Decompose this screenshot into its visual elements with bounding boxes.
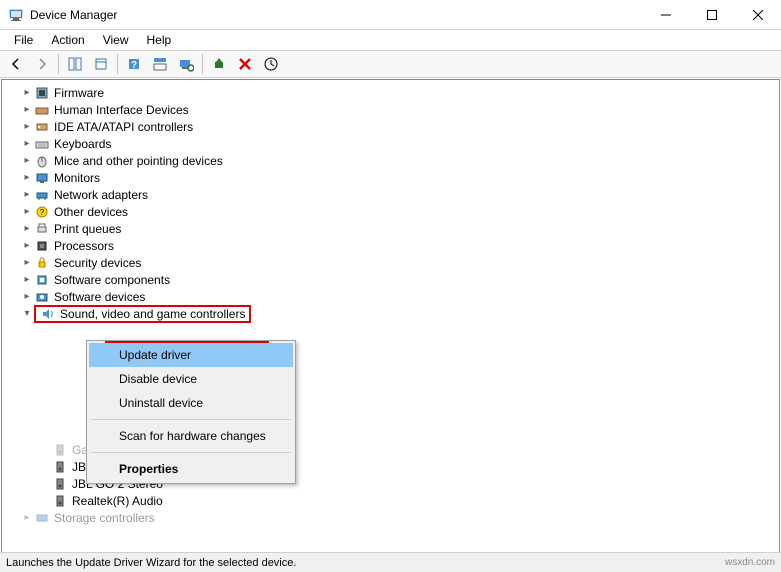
cm-properties[interactable]: Properties bbox=[89, 457, 293, 481]
sound-icon bbox=[40, 306, 56, 322]
tree-item-realtek[interactable]: Realtek(R) Audio bbox=[8, 492, 779, 509]
printer-icon bbox=[34, 221, 50, 237]
cpu-icon bbox=[34, 238, 50, 254]
chevron-right-icon[interactable]: ▸ bbox=[20, 137, 34, 151]
scan-hardware-button[interactable] bbox=[174, 53, 198, 75]
tree-item-hid[interactable]: ▸ Human Interface Devices bbox=[8, 101, 779, 118]
close-button[interactable] bbox=[735, 0, 781, 30]
update-driver-button[interactable] bbox=[259, 53, 283, 75]
security-icon bbox=[34, 255, 50, 271]
cm-separator bbox=[91, 419, 291, 420]
chevron-down-icon[interactable]: ▾ bbox=[20, 307, 34, 321]
tree-item-ide[interactable]: ▸ IDE ATA/ATAPI controllers bbox=[8, 118, 779, 135]
chevron-right-icon[interactable]: ▸ bbox=[20, 256, 34, 270]
cm-scan-hardware[interactable]: Scan for hardware changes bbox=[89, 424, 293, 448]
action-button[interactable] bbox=[148, 53, 172, 75]
chevron-right-icon[interactable]: ▸ bbox=[20, 120, 34, 134]
svg-text:?: ? bbox=[40, 208, 45, 217]
tree-item-swdevices[interactable]: ▸ Software devices bbox=[8, 288, 779, 305]
menu-file[interactable]: File bbox=[6, 31, 41, 49]
chevron-right-icon[interactable]: ▸ bbox=[20, 171, 34, 185]
context-menu: Update driver Disable device Uninstall d… bbox=[86, 340, 296, 484]
software-devices-icon bbox=[34, 289, 50, 305]
chevron-right-icon[interactable]: ▸ bbox=[20, 273, 34, 287]
software-icon bbox=[34, 272, 50, 288]
cm-disable-device[interactable]: Disable device bbox=[89, 367, 293, 391]
cm-separator bbox=[91, 452, 291, 453]
chevron-right-icon[interactable]: ▸ bbox=[20, 205, 34, 219]
chevron-right-icon[interactable]: ▸ bbox=[20, 239, 34, 253]
menu-view[interactable]: View bbox=[95, 31, 137, 49]
tree-item-network[interactable]: ▸ Network adapters bbox=[8, 186, 779, 203]
speaker-icon bbox=[52, 442, 68, 458]
statusbar: Launches the Update Driver Wizard for th… bbox=[0, 552, 781, 572]
back-button[interactable] bbox=[4, 53, 28, 75]
ide-icon bbox=[34, 119, 50, 135]
cm-update-driver[interactable]: Update driver bbox=[89, 343, 293, 367]
tree-item-sound[interactable]: ▾ Sound, video and game controllers bbox=[8, 305, 779, 322]
minimize-button[interactable] bbox=[643, 0, 689, 30]
tree-item-security[interactable]: ▸ Security devices bbox=[8, 254, 779, 271]
uninstall-button[interactable] bbox=[233, 53, 257, 75]
cm-uninstall-device[interactable]: Uninstall device bbox=[89, 391, 293, 415]
tree-item-other[interactable]: ▸ ? Other devices bbox=[8, 203, 779, 220]
hid-icon bbox=[34, 102, 50, 118]
tree-item-storage[interactable]: ▸ Storage controllers bbox=[8, 509, 779, 526]
menubar: File Action View Help bbox=[0, 30, 781, 50]
tree-item-firmware[interactable]: ▸ Firmware bbox=[8, 84, 779, 101]
app-icon bbox=[8, 7, 24, 23]
firmware-icon bbox=[34, 85, 50, 101]
tree-item-swcomponents[interactable]: ▸ Software components bbox=[8, 271, 779, 288]
chevron-right-icon[interactable]: ▸ bbox=[20, 86, 34, 100]
chevron-right-icon[interactable]: ▸ bbox=[20, 154, 34, 168]
tree-item-keyboards[interactable]: ▸ Keyboards bbox=[8, 135, 779, 152]
speaker-icon bbox=[52, 493, 68, 509]
tree-item-monitors[interactable]: ▸ Monitors bbox=[8, 169, 779, 186]
other-icon: ? bbox=[34, 204, 50, 220]
add-legacy-button[interactable] bbox=[207, 53, 231, 75]
menu-action[interactable]: Action bbox=[43, 31, 92, 49]
chevron-right-icon[interactable]: ▸ bbox=[20, 511, 34, 525]
titlebar: Device Manager bbox=[0, 0, 781, 30]
status-text: Launches the Update Driver Wizard for th… bbox=[6, 557, 296, 569]
properties-button[interactable] bbox=[89, 53, 113, 75]
monitor-icon bbox=[34, 170, 50, 186]
tree-item-mice[interactable]: ▸ Mice and other pointing devices bbox=[8, 152, 779, 169]
maximize-button[interactable] bbox=[689, 0, 735, 30]
chevron-right-icon[interactable]: ▸ bbox=[20, 290, 34, 304]
tree-item-printqueues[interactable]: ▸ Print queues bbox=[8, 220, 779, 237]
network-icon bbox=[34, 187, 50, 203]
speaker-icon bbox=[52, 476, 68, 492]
mouse-icon bbox=[34, 153, 50, 169]
tree-item-processors[interactable]: ▸ Processors bbox=[8, 237, 779, 254]
chevron-right-icon[interactable]: ▸ bbox=[20, 188, 34, 202]
window-title: Device Manager bbox=[30, 8, 643, 22]
toolbar: ? bbox=[0, 50, 781, 78]
forward-button[interactable] bbox=[30, 53, 54, 75]
svg-text:?: ? bbox=[131, 60, 137, 71]
help-button[interactable]: ? bbox=[122, 53, 146, 75]
chevron-right-icon[interactable]: ▸ bbox=[20, 222, 34, 236]
keyboard-icon bbox=[34, 136, 50, 152]
speaker-icon bbox=[52, 459, 68, 475]
chevron-right-icon[interactable]: ▸ bbox=[20, 103, 34, 117]
menu-help[interactable]: Help bbox=[139, 31, 180, 49]
storage-icon bbox=[34, 510, 50, 526]
show-hide-tree-button[interactable] bbox=[63, 53, 87, 75]
watermark: wsxdn.com bbox=[725, 557, 775, 568]
